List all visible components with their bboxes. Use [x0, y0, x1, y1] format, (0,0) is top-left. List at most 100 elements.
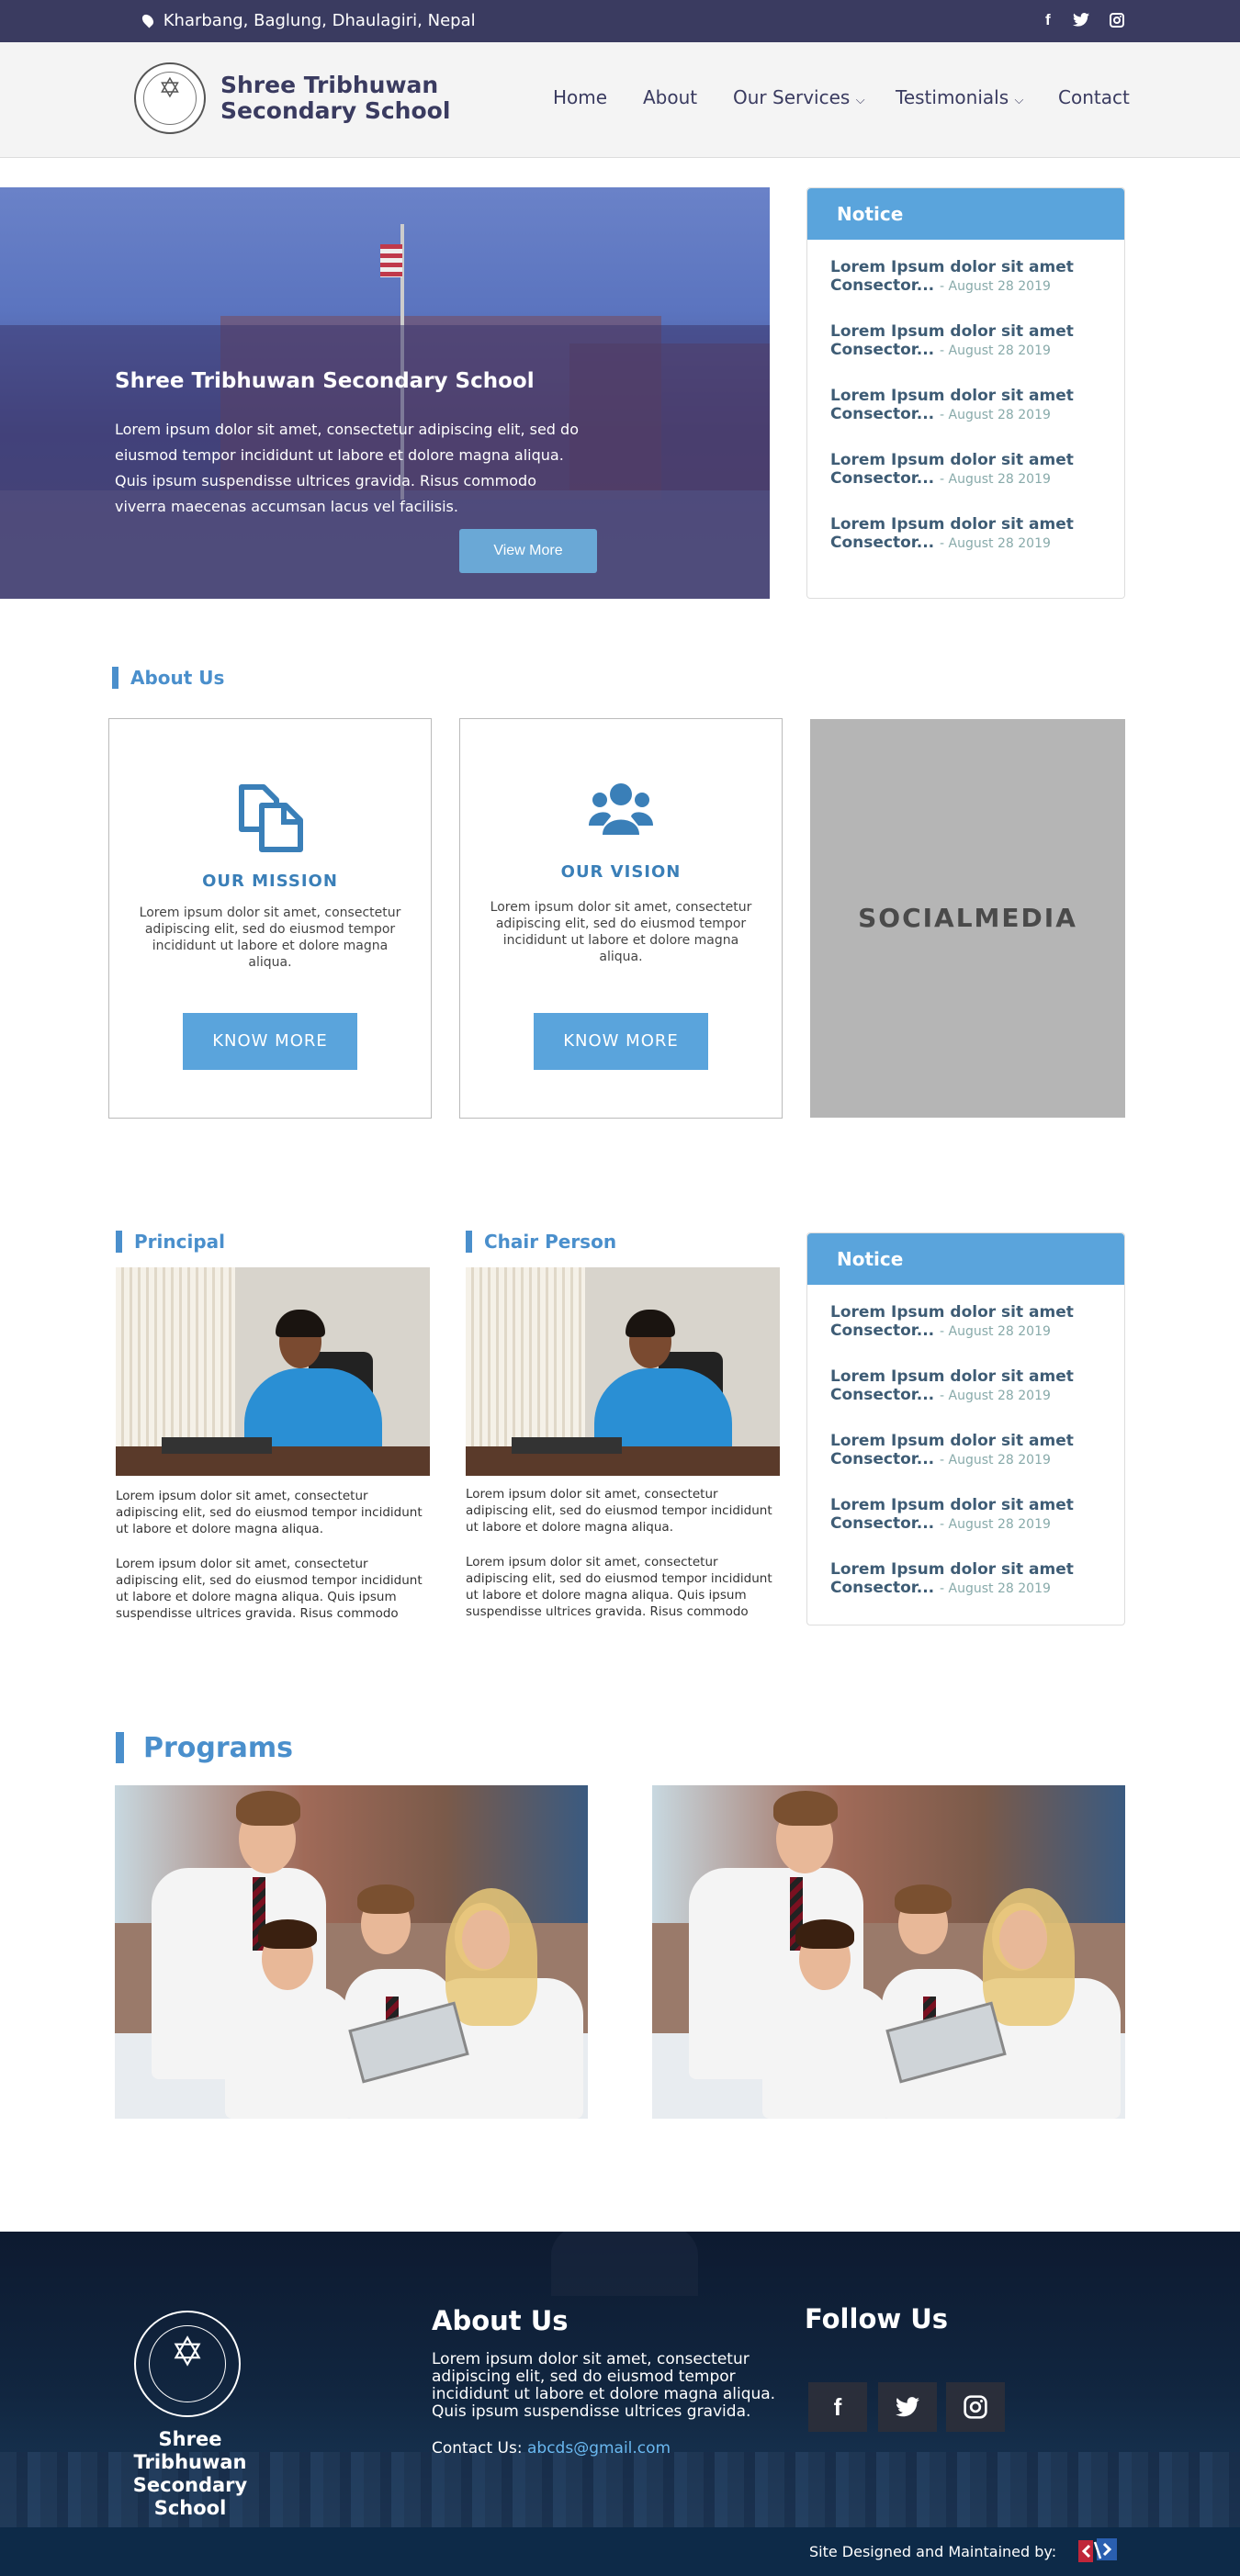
top-bar: Kharbang, Baglung, Dhaulagiri, Nepal f — [0, 0, 1240, 42]
instagram-icon[interactable] — [1110, 13, 1124, 28]
contact-email-link[interactable]: abcds@gmail.com — [527, 2439, 671, 2458]
nav-contact[interactable]: Contact — [1058, 86, 1130, 108]
programs-heading: Programs — [116, 1732, 294, 1764]
photo-student-shirt — [225, 1987, 354, 2119]
social-media-placeholder: SOCIALMEDIA — [810, 719, 1125, 1118]
footer-bottom-bar: Site Designed and Maintained by: — [0, 2527, 1240, 2576]
notice-item[interactable]: Lorem Ipsum dolor sit amet Consector... … — [830, 515, 1106, 553]
nav-home[interactable]: Home — [553, 86, 607, 108]
know-more-button[interactable]: KNOW MORE — [183, 1013, 357, 1070]
instagram-icon[interactable] — [946, 2382, 1005, 2432]
notice-item[interactable]: Lorem Ipsum dolor sit amet Consector... … — [830, 387, 1106, 424]
photo-student-hair — [773, 1791, 838, 1826]
chair-person-heading-text: Chair Person — [484, 1231, 617, 1253]
footer-school-name-line2: Secondary School — [132, 2474, 248, 2519]
notice-item[interactable]: Lorem Ipsum dolor sit amet Consector... … — [830, 1496, 1106, 1534]
twitter-icon[interactable] — [878, 2382, 937, 2432]
school-logo[interactable]: ✡ — [134, 62, 206, 134]
photo-student-hair — [236, 1791, 300, 1826]
program-photo[interactable] — [652, 1785, 1125, 2119]
developer-logo[interactable] — [1075, 2535, 1121, 2568]
notice-item-date: - August 28 2019 — [940, 408, 1051, 422]
photo-student-face — [462, 1910, 510, 1969]
credit-text: Site Designed and Maintained by: — [809, 2543, 1057, 2560]
vision-title: OUR VISION — [560, 862, 682, 882]
footer-follow-heading: Follow Us — [805, 2303, 949, 2334]
heading-accent-bar — [116, 1732, 124, 1763]
chair-person-photo — [466, 1267, 780, 1476]
hero-text: Lorem ipsum dolor sit amet, consectetur … — [115, 421, 579, 515]
know-more-button[interactable]: KNOW MORE — [534, 1013, 708, 1070]
star-emblem-icon: ✡ — [170, 2330, 205, 2375]
notice-item-date: - August 28 2019 — [940, 1581, 1051, 1596]
principal-heading-text: Principal — [134, 1231, 225, 1253]
chair-person-heading: Chair Person — [466, 1231, 616, 1253]
address-text: Kharbang, Baglung, Dhaulagiri, Nepal — [163, 11, 476, 30]
nav-testimonials-label: Testimonials — [896, 86, 1009, 108]
notice-panel-middle: Notice Lorem Ipsum dolor sit amet Consec… — [806, 1232, 1125, 1625]
nav-about[interactable]: About — [643, 86, 697, 108]
facebook-icon[interactable]: f — [1045, 11, 1051, 29]
school-name-line2: Secondary School — [220, 97, 451, 124]
mission-card: OUR MISSION Lorem ipsum dolor sit amet, … — [108, 718, 432, 1119]
photo-window-blinds — [116, 1267, 235, 1451]
notice-item[interactable]: Lorem Ipsum dolor sit amet Consector... … — [830, 1303, 1106, 1341]
heading-accent-bar — [116, 1231, 122, 1253]
vision-text: Lorem ipsum dolor sit amet, consectetur … — [490, 900, 752, 964]
map-pin-icon — [140, 12, 156, 28]
hero-banner: Shree Tribhuwan Secondary School Lorem i… — [0, 187, 770, 599]
footer-school-name-line1: Shree Tribhuwan — [133, 2428, 247, 2473]
school-name-line1: Shree Tribhuwan — [220, 72, 439, 98]
notice-item[interactable]: Lorem Ipsum dolor sit amet Consector... … — [830, 451, 1106, 489]
notice-item[interactable]: Lorem Ipsum dolor sit amet Consector... … — [830, 1367, 1106, 1405]
principal-heading: Principal — [116, 1231, 225, 1253]
contact-label: Contact Us: — [432, 2439, 523, 2458]
photo-window-blinds — [466, 1267, 585, 1451]
chair-person-para-2: Lorem ipsum dolor sit amet, consectetur … — [466, 1555, 772, 1619]
notice-heading: Notice — [807, 1233, 1124, 1285]
heading-accent-bar — [466, 1231, 472, 1253]
notice-item[interactable]: Lorem Ipsum dolor sit amet Consector... … — [830, 1560, 1106, 1598]
view-more-button[interactable]: View More — [459, 529, 597, 573]
photo-student-hair — [357, 1884, 414, 1914]
footer-about-text: Lorem ipsum dolor sit amet, consectetur … — [432, 2350, 776, 2421]
footer-background-stupa — [551, 2232, 698, 2296]
principal-para-2: Lorem ipsum dolor sit amet, consectetur … — [116, 1557, 423, 1621]
heading-accent-bar — [112, 667, 118, 689]
notice-item-date: - August 28 2019 — [940, 536, 1051, 551]
notice-panel-top: Notice Lorem Ipsum dolor sit amet Consec… — [806, 187, 1125, 599]
users-icon — [589, 780, 653, 837]
facebook-icon[interactable]: f — [808, 2382, 867, 2432]
mission-title: OUR MISSION — [202, 872, 338, 891]
nav-our-services[interactable]: Our Services ⌵ — [733, 86, 865, 108]
nav-testimonials[interactable]: Testimonials ⌵ — [896, 86, 1023, 108]
photo-student-hair — [895, 1884, 952, 1914]
flag-icon — [380, 244, 402, 277]
photo-student-face — [999, 1910, 1047, 1969]
chevron-down-icon: ⌵ — [855, 94, 865, 107]
school-name[interactable]: Shree Tribhuwan Secondary School — [220, 73, 450, 124]
footer-about-heading: About Us — [432, 2305, 569, 2336]
footer-contact: Contact Us: abcds@gmail.com — [432, 2439, 671, 2458]
twitter-icon[interactable] — [1073, 13, 1089, 27]
nav-our-services-label: Our Services — [733, 86, 851, 108]
chair-person-para-1: Lorem ipsum dolor sit amet, consectetur … — [466, 1487, 772, 1535]
footer-school-name: Shree Tribhuwan Secondary School — [107, 2428, 273, 2520]
site-footer: ✡ Shree Tribhuwan Secondary School About… — [0, 2232, 1240, 2527]
notice-item-date: - August 28 2019 — [940, 1324, 1051, 1339]
vision-card: OUR VISION Lorem ipsum dolor sit amet, c… — [459, 718, 783, 1119]
program-photo[interactable] — [115, 1785, 588, 2119]
address: Kharbang, Baglung, Dhaulagiri, Nepal — [140, 11, 476, 30]
programs-heading-text: Programs — [143, 1732, 294, 1764]
documents-icon — [236, 783, 306, 853]
principal-para-1: Lorem ipsum dolor sit amet, consectetur … — [116, 1489, 423, 1536]
photo-student-hair — [258, 1919, 317, 1949]
notice-item-date: - August 28 2019 — [940, 1517, 1051, 1532]
notice-item[interactable]: Lorem Ipsum dolor sit amet Consector... … — [830, 322, 1106, 360]
notice-heading: Notice — [807, 188, 1124, 240]
notice-item[interactable]: Lorem Ipsum dolor sit amet Consector... … — [830, 1432, 1106, 1469]
site-header: ✡ Shree Tribhuwan Secondary School Home … — [0, 42, 1240, 158]
notice-item-date: - August 28 2019 — [940, 1389, 1051, 1403]
footer-school-logo[interactable]: ✡ — [134, 2311, 241, 2417]
notice-item[interactable]: Lorem Ipsum dolor sit amet Consector... … — [830, 258, 1106, 296]
